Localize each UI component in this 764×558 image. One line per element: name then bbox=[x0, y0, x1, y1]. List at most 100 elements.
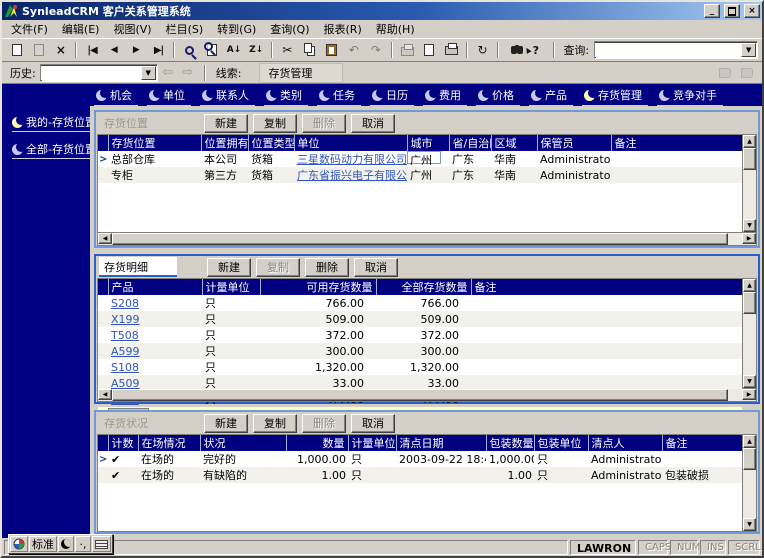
table-row[interactable]: T508 只 372.00 372.00 bbox=[98, 327, 742, 343]
menu-view[interactable]: 视图(V) bbox=[106, 19, 158, 39]
prev-record-button[interactable]: ◀ bbox=[104, 40, 125, 60]
export-button[interactable] bbox=[419, 40, 440, 60]
detail-new-button[interactable]: 新建 bbox=[207, 257, 251, 277]
scroll-thumb[interactable] bbox=[743, 292, 756, 314]
col-count[interactable]: 计数 bbox=[107, 435, 138, 451]
scroll-up-button[interactable]: ▲ bbox=[743, 279, 756, 292]
product-link[interactable]: A509 bbox=[111, 377, 140, 390]
location-cancel-button[interactable]: 取消 bbox=[351, 113, 395, 133]
status-delete-button[interactable]: 删除 bbox=[302, 413, 346, 433]
cut-button[interactable]: ✂ bbox=[277, 40, 298, 60]
tab-contact[interactable]: 联系人 bbox=[200, 86, 255, 106]
next-record-button[interactable]: ▶ bbox=[126, 40, 147, 60]
table-row[interactable]: X199 只 509.00 509.00 bbox=[98, 311, 742, 327]
ime-logo-icon[interactable] bbox=[10, 536, 28, 552]
ime-fullhalf-button[interactable] bbox=[58, 536, 74, 552]
col-city[interactable]: 城市 bbox=[406, 135, 449, 151]
col-region[interactable]: 区域 bbox=[490, 135, 537, 151]
scroll-up-button[interactable]: ▲ bbox=[743, 135, 756, 148]
menu-file[interactable]: 文件(F) bbox=[4, 19, 55, 39]
refresh-button[interactable]: ↻ bbox=[472, 40, 493, 60]
last-record-button[interactable]: ▶| bbox=[148, 40, 169, 60]
sort-ascending-button[interactable]: A↓ bbox=[223, 40, 244, 60]
tab-competitor[interactable]: 竞争对手 bbox=[657, 86, 723, 106]
scroll-right-button[interactable]: ▶ bbox=[742, 233, 756, 244]
sidebar-item-my-inventory-locations[interactable]: 我的-存货位置 bbox=[12, 114, 96, 132]
undo-button[interactable]: ↶ bbox=[343, 40, 364, 60]
col-ownership[interactable]: 位置拥有权 bbox=[200, 135, 248, 151]
vertical-scrollbar[interactable]: ▲ ▼ bbox=[742, 135, 756, 232]
paste-button[interactable] bbox=[321, 40, 342, 60]
table-row[interactable]: > ✔ 在场的 完好的 1,000.00 只 2003-09-22 18:47 … bbox=[98, 451, 742, 467]
query-input[interactable] bbox=[595, 43, 741, 57]
scroll-down-button[interactable]: ▼ bbox=[743, 375, 756, 388]
context-help-button[interactable]: ? bbox=[525, 40, 546, 60]
minimize-button[interactable]: _ bbox=[704, 4, 720, 18]
col-unit[interactable]: 计量单位 bbox=[347, 435, 396, 451]
menu-report[interactable]: 报表(R) bbox=[317, 19, 369, 39]
scroll-thumb[interactable] bbox=[112, 389, 728, 401]
col-total-qty[interactable]: 全部存货数量 bbox=[375, 279, 471, 295]
status-copy-button[interactable]: 复制 bbox=[253, 413, 297, 433]
history-combobox[interactable]: ▼ bbox=[39, 63, 158, 82]
col-condition[interactable]: 状况 bbox=[199, 435, 286, 451]
ime-punctuation-button[interactable]: ·, bbox=[75, 536, 91, 552]
menu-columns[interactable]: 栏目(S) bbox=[159, 19, 211, 39]
sidebar-item-all-inventory-locations[interactable]: 全部-存货位置 bbox=[12, 141, 96, 159]
col-note[interactable]: 备注 bbox=[470, 279, 742, 295]
ime-mode-button[interactable]: 标准 bbox=[29, 536, 57, 552]
table-row[interactable]: ✔ 在场的 有缺陷的 1.00 只 1.00 只 Administrator 包… bbox=[98, 467, 742, 483]
sort-descending-button[interactable]: Z↓ bbox=[246, 40, 267, 60]
location-copy-button[interactable]: 复制 bbox=[253, 113, 297, 133]
detail-copy-button[interactable]: 复制 bbox=[256, 257, 300, 277]
redo-button[interactable]: ↷ bbox=[365, 40, 386, 60]
print-button[interactable] bbox=[397, 40, 418, 60]
product-link[interactable]: S108 bbox=[111, 361, 139, 374]
col-package-unit[interactable]: 包装单位 bbox=[533, 435, 588, 451]
vertical-scrollbar[interactable]: ▲ ▼ bbox=[742, 435, 756, 531]
scroll-up-button[interactable]: ▲ bbox=[743, 435, 756, 448]
horizontal-scrollbar[interactable]: ◀ ▶ bbox=[97, 233, 757, 246]
new-record-button[interactable] bbox=[6, 40, 27, 60]
tab-product[interactable]: 产品 bbox=[529, 86, 573, 106]
query-dropdown-button[interactable]: ▼ bbox=[741, 43, 757, 57]
tab-category[interactable]: 类别 bbox=[264, 86, 308, 106]
query-combobox[interactable]: ▼ bbox=[594, 41, 759, 59]
status-cancel-button[interactable]: 取消 bbox=[351, 413, 395, 433]
tab-price[interactable]: 价格 bbox=[476, 86, 520, 106]
find-button[interactable] bbox=[179, 40, 200, 60]
table-row[interactable]: > 总部仓库 本公司 货箱 三星数码动力有限公司 广州 广东 华南 Admini… bbox=[98, 151, 742, 167]
restore-button[interactable] bbox=[724, 4, 740, 18]
delete-record-button[interactable]: × bbox=[50, 40, 71, 60]
col-province[interactable]: 省/自治区 bbox=[448, 135, 491, 151]
scroll-down-button[interactable]: ▼ bbox=[743, 518, 756, 531]
horizontal-scrollbar[interactable]: ◀ ▶ bbox=[97, 389, 757, 402]
col-note[interactable]: 备注 bbox=[661, 435, 742, 451]
history-back-button[interactable]: ⇦ bbox=[158, 64, 178, 82]
menu-goto[interactable]: 转到(G) bbox=[210, 19, 263, 39]
col-product[interactable]: 产品 bbox=[107, 279, 202, 295]
col-location[interactable]: 存货位置 bbox=[107, 135, 201, 151]
scroll-thumb[interactable] bbox=[743, 448, 756, 470]
col-quantity[interactable]: 数量 bbox=[285, 435, 348, 451]
table-row[interactable]: S208 只 766.00 766.00 bbox=[98, 295, 742, 311]
city-cell-editor[interactable]: 广州 bbox=[407, 151, 441, 167]
history-forward-button[interactable]: ⇨ bbox=[178, 64, 198, 82]
scroll-left-button[interactable]: ◀ bbox=[98, 233, 112, 244]
menu-edit[interactable]: 编辑(E) bbox=[55, 19, 107, 39]
col-keeper[interactable]: 保管员 bbox=[536, 135, 611, 151]
col-presence[interactable]: 在场情况 bbox=[137, 435, 200, 451]
menu-query[interactable]: 查询(Q) bbox=[263, 19, 316, 39]
table-row[interactable]: S108 只 1,320.00 1,320.00 bbox=[98, 359, 742, 375]
copy-button[interactable] bbox=[299, 40, 320, 60]
close-button[interactable]: × bbox=[744, 4, 760, 18]
status-new-button[interactable]: 新建 bbox=[204, 413, 248, 433]
col-note[interactable]: 备注 bbox=[610, 135, 742, 151]
scroll-right-button[interactable]: ▶ bbox=[742, 389, 756, 400]
search-button[interactable] bbox=[503, 40, 524, 60]
col-unit[interactable]: 计量单位 bbox=[201, 279, 260, 295]
product-link[interactable]: T508 bbox=[111, 329, 139, 342]
tab-expense[interactable]: 费用 bbox=[423, 86, 467, 106]
tab-opportunity[interactable]: 机会 bbox=[94, 86, 138, 106]
col-package-qty[interactable]: 包装数量 bbox=[485, 435, 534, 451]
